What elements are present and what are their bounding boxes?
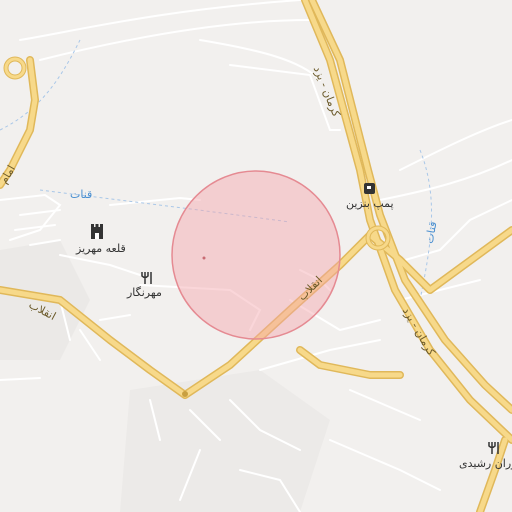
poi-label-rashidi[interactable]: وران رشیدی — [459, 457, 512, 470]
selection-center-marker — [202, 256, 206, 260]
map-canvas[interactable]: کرمان - یزد کرمان - یزد انقلاب انقلاب ام… — [0, 0, 512, 512]
poi-label-mehrnegar[interactable]: مهرنگار — [127, 286, 162, 299]
fuel-pump-icon[interactable] — [364, 183, 375, 194]
map-base-layer — [0, 0, 512, 512]
poi-label-gas-station[interactable]: پمپ بنزین — [346, 197, 394, 210]
junction-south — [182, 391, 188, 397]
castle-icon[interactable] — [91, 224, 103, 239]
water-label-qanat-west: قنات — [70, 188, 93, 201]
poi-label-mehriz-castle[interactable]: قلعه مهریز — [76, 242, 126, 255]
selection-circle[interactable] — [171, 170, 341, 340]
